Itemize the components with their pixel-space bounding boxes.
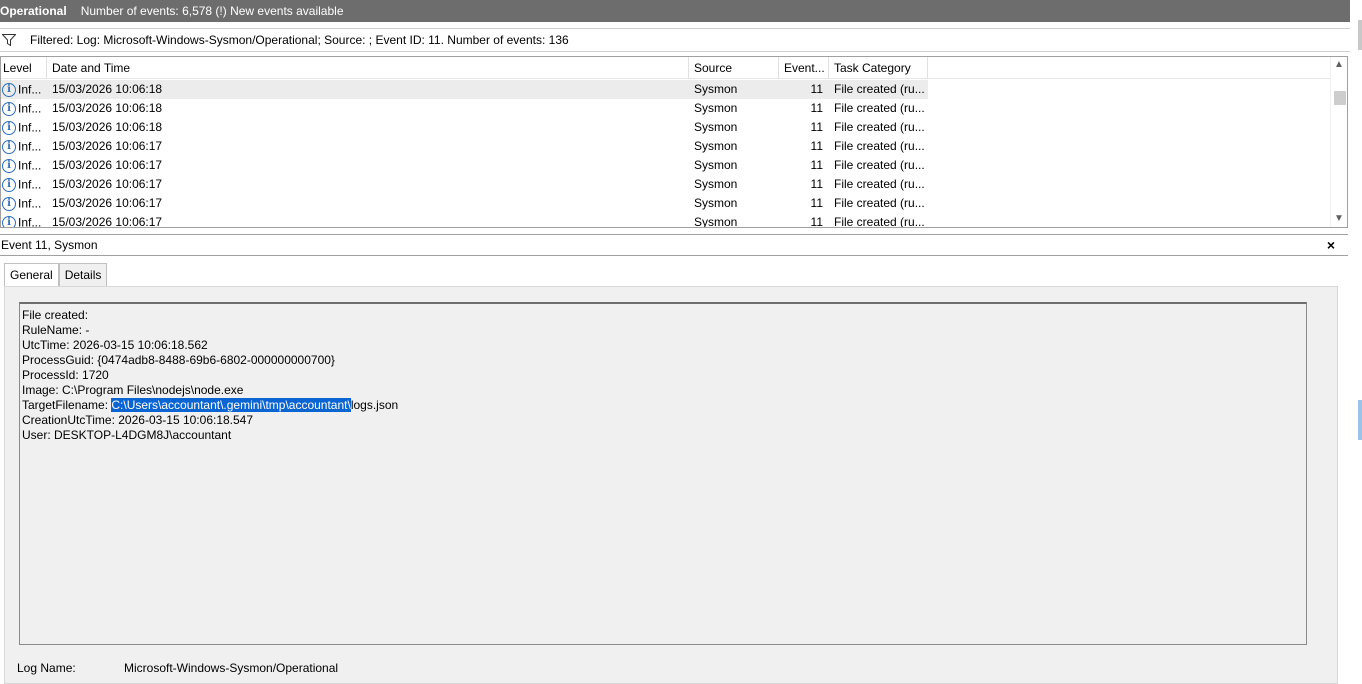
row-level: Inf... <box>18 101 42 116</box>
table-row[interactable]: i Inf... 15/03/2026 10:06:18 Sysmon 11 Fi… <box>1 118 928 137</box>
log-title-bar: Operational Number of events: 6,578 (!) … <box>0 0 1350 22</box>
info-icon: i <box>2 177 16 192</box>
table-row[interactable]: i Inf... 15/03/2026 10:06:17 Sysmon 11 Fi… <box>1 137 928 156</box>
row-date: 15/03/2026 10:06:17 <box>52 215 163 228</box>
scroll-up-arrow-icon[interactable]: ▲ <box>1331 57 1347 73</box>
general-tab-panel: File created: RuleName: - UtcTime: 2026-… <box>4 286 1338 684</box>
table-row[interactable]: i Inf... 15/03/2026 10:06:18 Sysmon 11 Fi… <box>1 99 928 118</box>
row-source: Sysmon <box>694 120 738 134</box>
row-level: Inf... <box>18 139 42 154</box>
description-line: User: DESKTOP-L4DGM8J\accountant <box>22 428 232 442</box>
row-source: Sysmon <box>694 215 738 228</box>
row-level: Inf... <box>18 82 42 97</box>
info-icon: i <box>2 215 16 227</box>
info-icon: i <box>2 120 16 135</box>
info-icon: i <box>2 101 16 116</box>
info-icon: i <box>2 82 16 97</box>
table-row[interactable]: i Inf... 15/03/2026 10:06:17 Sysmon 11 Fi… <box>1 213 928 228</box>
column-header-source[interactable]: Source <box>689 57 779 79</box>
table-row[interactable]: i Inf... 15/03/2026 10:06:17 Sysmon 11 Fi… <box>1 156 928 175</box>
column-header-level[interactable]: Level <box>1 57 47 79</box>
column-header-task-category[interactable]: Task Category <box>829 57 928 79</box>
row-task: File created (ru... <box>834 120 925 134</box>
row-date: 15/03/2026 10:06:18 <box>52 120 163 134</box>
event-description-text[interactable]: File created: RuleName: - UtcTime: 2026-… <box>19 302 1307 645</box>
row-task: File created (ru... <box>834 158 925 172</box>
description-line: File created: <box>22 308 89 322</box>
row-date: 15/03/2026 10:06:18 <box>52 82 163 96</box>
log-name-value: Microsoft-Windows-Sysmon/Operational <box>124 661 339 675</box>
description-line: ProcessGuid: {0474adb8-8488-69b6-6802-00… <box>22 353 335 367</box>
row-task: File created (ru... <box>834 139 925 153</box>
row-event-id: 11 <box>810 139 823 153</box>
table-row[interactable]: i Inf... 15/03/2026 10:06:18 Sysmon 11 Fi… <box>1 80 928 99</box>
description-line: CreationUtcTime: 2026-03-15 10:06:18.547 <box>22 413 254 427</box>
row-task: File created (ru... <box>834 177 925 191</box>
row-event-id: 11 <box>810 158 823 172</box>
row-level: Inf... <box>18 177 42 192</box>
target-filename-label: TargetFilename: <box>22 398 112 412</box>
description-line: Image: C:\Program Files\nodejs\node.exe <box>22 383 244 397</box>
event-count: Number of events: 6,578 (!) New events a… <box>80 4 344 18</box>
filter-bar: Filtered: Log: Microsoft-Windows-Sysmon/… <box>0 28 1350 52</box>
row-date: 15/03/2026 10:06:17 <box>52 196 163 210</box>
row-date: 15/03/2026 10:06:17 <box>52 177 163 191</box>
event-list-header: Level Date and Time Source Event... Task… <box>1 57 1331 79</box>
info-icon: i <box>2 158 16 173</box>
filter-text: Filtered: Log: Microsoft-Windows-Sysmon/… <box>30 33 569 47</box>
log-name-label: Log Name: <box>17 661 76 675</box>
row-date: 15/03/2026 10:06:18 <box>52 101 163 115</box>
row-task: File created (ru... <box>834 82 925 96</box>
description-line: RuleName: - <box>22 323 90 337</box>
row-task: File created (ru... <box>834 196 925 210</box>
event-detail-header: Event 11, Sysmon × <box>0 234 1348 256</box>
target-filename-rest: logs.json <box>350 398 399 412</box>
row-event-id: 11 <box>810 82 823 96</box>
row-event-id: 11 <box>810 120 823 134</box>
row-source: Sysmon <box>694 82 738 96</box>
scrollbar-thumb[interactable] <box>1334 91 1346 105</box>
description-line: UtcTime: 2026-03-15 10:06:18.562 <box>22 338 208 352</box>
row-task: File created (ru... <box>834 215 925 228</box>
close-icon[interactable]: × <box>1324 237 1338 253</box>
table-row[interactable]: i Inf... 15/03/2026 10:06:17 Sysmon 11 Fi… <box>1 175 928 194</box>
row-task: File created (ru... <box>834 101 925 115</box>
event-list[interactable]: Level Date and Time Source Event... Task… <box>0 56 1348 228</box>
info-icon: i <box>2 139 16 154</box>
row-level: Inf... <box>18 158 42 173</box>
row-event-id: 11 <box>810 215 823 228</box>
tab-general[interactable]: General <box>4 263 59 288</box>
detail-tabs: General Details <box>4 263 108 288</box>
column-header-date[interactable]: Date and Time <box>47 57 689 79</box>
funnel-icon <box>2 34 16 46</box>
row-event-id: 11 <box>810 196 823 210</box>
selected-text: C:\Users\accountant\.gemini\tmp\accounta… <box>111 398 351 412</box>
tab-details[interactable]: Details <box>58 263 108 287</box>
table-row[interactable]: i Inf... 15/03/2026 10:06:17 Sysmon 11 Fi… <box>1 194 928 213</box>
event-list-scrollbar[interactable]: ▲ ▼ <box>1330 57 1347 227</box>
row-level: Inf... <box>18 215 42 228</box>
row-source: Sysmon <box>694 139 738 153</box>
description-line: ProcessId: 1720 <box>22 368 109 382</box>
right-edge-indicator <box>1358 400 1362 440</box>
row-date: 15/03/2026 10:06:17 <box>52 158 163 172</box>
column-header-event-id[interactable]: Event... <box>779 57 829 79</box>
row-source: Sysmon <box>694 101 738 115</box>
row-source: Sysmon <box>694 177 738 191</box>
scroll-down-arrow-icon[interactable]: ▼ <box>1331 211 1347 227</box>
row-event-id: 11 <box>810 177 823 191</box>
row-source: Sysmon <box>694 158 738 172</box>
log-name-row: Log Name: Microsoft-Windows-Sysmon/Opera… <box>17 661 338 675</box>
right-edge-scroll-indicator <box>1358 20 1362 50</box>
row-source: Sysmon <box>694 196 738 210</box>
info-icon: i <box>2 196 16 211</box>
row-level: Inf... <box>18 120 42 135</box>
description-line-target-filename: TargetFilename: C:\Users\accountant\.gem… <box>22 398 1304 413</box>
event-detail-title: Event 11, Sysmon <box>1 238 98 252</box>
row-date: 15/03/2026 10:06:17 <box>52 139 163 153</box>
row-event-id: 11 <box>810 101 823 115</box>
log-name: Operational <box>0 4 67 18</box>
row-level: Inf... <box>18 196 42 211</box>
